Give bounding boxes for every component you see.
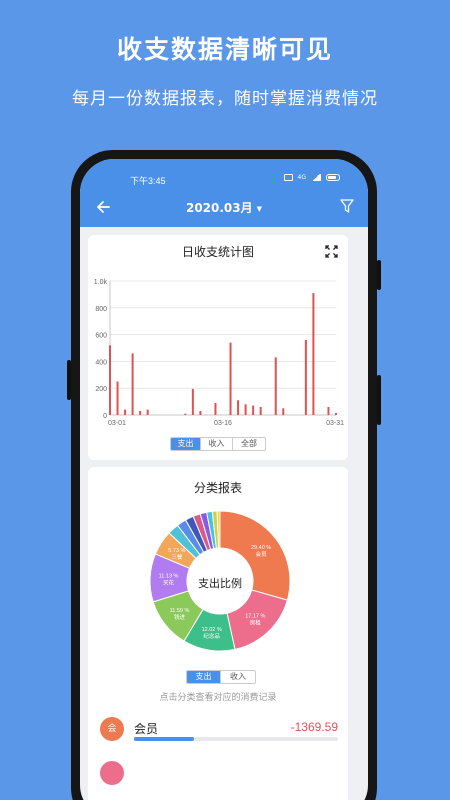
bar[interactable] (312, 293, 315, 415)
bar[interactable] (109, 345, 111, 415)
promo-subtitle: 每月一份数据报表，随时掌握消费情况 (72, 89, 378, 109)
filter-icon[interactable] (340, 199, 354, 213)
status-time: 下午3:45 (130, 176, 166, 186)
phone-power-button (377, 260, 381, 290)
category-item-progress (134, 737, 338, 741)
bar[interactable] (124, 409, 127, 415)
bar[interactable] (282, 408, 285, 415)
bar[interactable] (304, 339, 307, 415)
bar[interactable] (184, 413, 187, 415)
category-report-title: 分类报表 (193, 481, 242, 495)
category-item-icon: 会 (100, 717, 124, 741)
category-item[interactable]: 会 会员 -1369.59 (88, 717, 348, 749)
category-item-partial[interactable] (88, 761, 348, 793)
x-tick-label: 03-16 (214, 420, 232, 427)
slice-name-label: 纪念品 (203, 632, 220, 640)
phone-side-button (377, 375, 381, 425)
tab-income[interactable]: 收入 (201, 438, 233, 450)
daily-chart-card: 日收支统计图 0 200 400 600 800 1.0k 03-01 03-16 03-31 … (88, 235, 348, 460)
battery-icon (326, 174, 340, 181)
daily-chart-tabs: 支出 收入 全部 (170, 437, 266, 451)
slice-name-label: 房租 (250, 619, 262, 627)
bar[interactable] (191, 388, 194, 415)
status-bar: 下午3:45 4G (80, 173, 368, 187)
bar[interactable] (139, 410, 142, 415)
daily-chart-title: 日收支统计图 (181, 245, 254, 259)
bar[interactable] (116, 381, 119, 416)
y-tick-label: 600 (95, 333, 107, 340)
tab-all[interactable]: 全部 (233, 438, 265, 450)
bar[interactable] (229, 342, 232, 415)
daily-bar-chart: 0 200 400 600 800 1.0k 03-01 03-16 03-31 (94, 279, 344, 427)
category-report-card: 分类报表 29.40 % 会员 17.17 % 房租 12.02 % 纪念品 11.59 %… (88, 467, 348, 800)
category-hint: 点击分类查看对应的消费记录 (159, 693, 277, 703)
app-bar: 下午3:45 4G 2020.03月 ▼ (80, 159, 368, 227)
slice-percent-label: 11.59 % (170, 608, 190, 614)
slice-percent-label: 12.02 % (202, 627, 222, 633)
category-item-name: 会员 (134, 722, 159, 736)
donut-center-label: 支出比例 (198, 577, 242, 590)
tab-category-income[interactable]: 收入 (221, 671, 255, 683)
bar[interactable] (146, 409, 149, 415)
slice-name-label: 钱进 (174, 613, 186, 621)
bar[interactable] (244, 404, 247, 415)
bar[interactable] (237, 400, 240, 415)
x-tick-label: 03-31 (326, 420, 344, 427)
bar[interactable] (131, 353, 134, 415)
y-tick-label: 200 (95, 386, 107, 393)
caret-down-icon: ▼ (256, 205, 263, 213)
bar[interactable] (214, 402, 217, 415)
category-item-amount: -1369.59 (290, 720, 338, 734)
tab-category-expense[interactable]: 支出 (187, 671, 221, 683)
month-selector[interactable]: 2020.03月 ▼ (80, 199, 368, 216)
y-tick-label: 1.0k (94, 279, 108, 286)
phone-frame: 下午3:45 4G 2020.03月 ▼ 日收支统计图 0 200 400 60… (67, 150, 381, 800)
slice-name-label: 会员 (256, 550, 268, 558)
status-icons: 4G (283, 174, 340, 181)
tab-expense[interactable]: 支出 (171, 438, 201, 450)
category-tabs: 支出 收入 (186, 670, 256, 684)
slice-percent-label: 5.73 % (168, 548, 185, 554)
slice-name-label: 三餐 (171, 553, 183, 561)
category-item-icon (100, 761, 124, 785)
slice-percent-label: 17.17 % (245, 614, 265, 620)
y-tick-label: 400 (95, 359, 107, 366)
bar[interactable] (335, 412, 337, 415)
slice-percent-label: 29.40 % (251, 545, 271, 551)
category-item-progress-fill (134, 737, 194, 741)
expand-icon[interactable] (325, 245, 338, 258)
network-type-label: 4G (297, 174, 306, 181)
month-label: 2020.03月 (185, 201, 253, 215)
y-tick-label: 800 (95, 306, 107, 313)
x-tick-label: 03-01 (108, 420, 126, 427)
sim-icon (283, 174, 293, 181)
bar[interactable] (274, 357, 277, 415)
bar[interactable] (327, 406, 330, 415)
y-tick-label: 0 (103, 413, 107, 420)
phone-screen: 下午3:45 4G 2020.03月 ▼ 日收支统计图 0 200 400 60… (80, 159, 368, 800)
bar[interactable] (199, 410, 202, 415)
signal-icon (311, 174, 321, 181)
phone-volume-button (67, 360, 71, 400)
promo-title: 收支数据清晰可见 (116, 35, 333, 64)
bar[interactable] (259, 406, 262, 415)
bar[interactable] (252, 405, 255, 415)
